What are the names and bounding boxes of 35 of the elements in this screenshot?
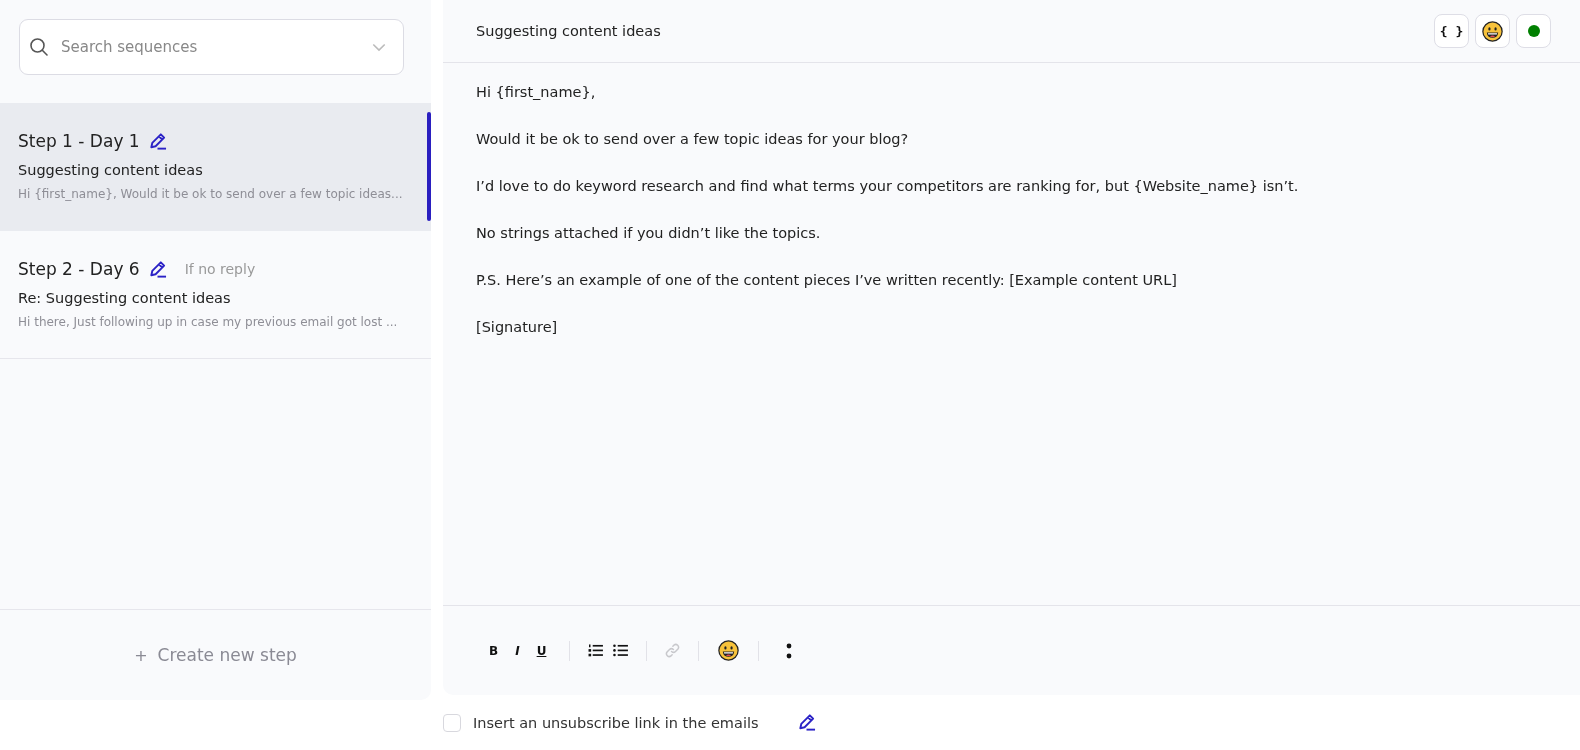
bold-button[interactable]: B: [482, 643, 506, 658]
bullet-list-icon[interactable]: [613, 644, 629, 657]
body-paragraph: Hi {first_name},: [476, 83, 597, 102]
body-paragraph: I’d love to do keyword research and find what terms your competitors are ranking for, but {Website_name} isn’t.: [476, 177, 1300, 196]
numbered-list-icon[interactable]: [588, 644, 604, 657]
step-title: Step 1 - Day 1: [18, 131, 140, 151]
underline-button[interactable]: U: [529, 643, 554, 658]
emoji-picker-button[interactable]: [718, 640, 740, 661]
step-title: Step 2 - Day 6: [18, 259, 140, 279]
grinning-face-icon: [718, 640, 740, 661]
email-subject: Suggesting content ideas: [476, 23, 661, 39]
step-condition: If no reply: [184, 261, 256, 277]
search-icon: [29, 37, 49, 57]
grinning-face-icon: [1482, 20, 1503, 42]
body-paragraph: P.S. Here’s an example of one of the content pieces I’ve written recently: [Example content URL]: [476, 271, 1178, 290]
italic-button[interactable]: I: [508, 643, 527, 658]
pencil-icon[interactable]: [147, 131, 167, 151]
step-subject: Suggesting content ideas: [18, 162, 204, 178]
body-paragraph: [Signature]: [476, 318, 559, 337]
unsubscribe-label: Insert an unsubscribe link in the emails: [473, 714, 759, 731]
step-subject: Re: Suggesting content ideas: [18, 290, 232, 306]
step-preview: Hi there, Just following up in case my previous email got lost ...: [18, 315, 399, 329]
search-field[interactable]: Search sequences: [19, 19, 404, 75]
pencil-icon[interactable]: [796, 713, 816, 732]
step-item[interactable]: Step 1 - Day 1 Suggesting content ideas Hi {first_name}, Would it be ok to send over a few topic ideas...: [0, 103, 431, 231]
variables-button[interactable]: { }: [1434, 14, 1469, 48]
emoji-button[interactable]: [1475, 14, 1510, 48]
more-options-icon[interactable]: [786, 642, 793, 659]
status-button[interactable]: [1516, 14, 1551, 48]
body-paragraph: No strings attached if you didn’t like the topics.: [476, 224, 822, 243]
step-item[interactable]: Step 2 - Day 6 If no reply Re: Suggesting content ideas Hi there, Just following up in case my previous email got lost ...: [0, 231, 431, 359]
pencil-icon[interactable]: [147, 259, 167, 279]
step-preview: Hi {first_name}, Would it be ok to send over a few topic ideas...: [18, 187, 404, 201]
body-paragraph: Would it be ok to send over a few topic ideas for your blog?: [476, 130, 910, 149]
unsubscribe-checkbox[interactable]: [443, 713, 461, 732]
